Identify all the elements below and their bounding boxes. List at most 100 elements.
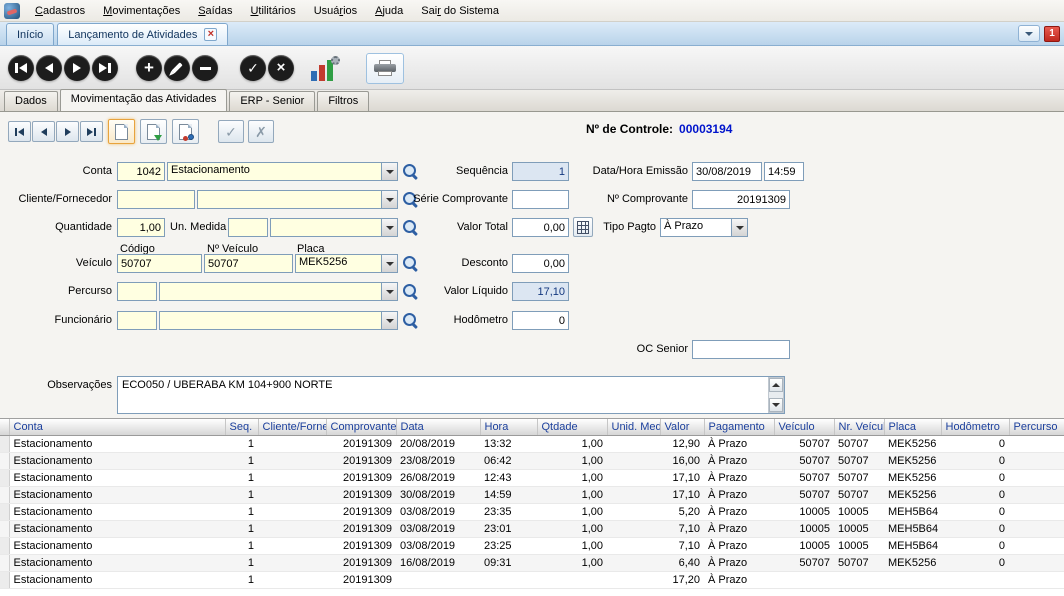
- subtab-erp-senior[interactable]: ERP - Senior: [229, 91, 315, 111]
- delete-button[interactable]: [192, 55, 218, 81]
- column-header-hodometro[interactable]: Hodômetro: [941, 419, 1009, 436]
- column-header-conta[interactable]: Conta: [9, 419, 225, 436]
- confirm-button[interactable]: ✓: [240, 55, 266, 81]
- table-row[interactable]: Estacionamento12019130903/08/201923:251,…: [0, 538, 1064, 555]
- scroll-up-button[interactable]: [769, 378, 783, 392]
- funcionario-label: Funcionário: [0, 311, 112, 330]
- tab-inicio[interactable]: Início: [6, 23, 54, 45]
- veiculo-codigo-input[interactable]: [117, 254, 202, 273]
- subtab-filtros[interactable]: Filtros: [317, 91, 369, 111]
- column-header-qtdade[interactable]: Qtdade: [537, 419, 607, 436]
- observacoes-input[interactable]: ECO050 / UBERABA KM 104+900 NORTE: [117, 376, 785, 414]
- column-header-unid-med[interactable]: Unid. Med.: [607, 419, 660, 436]
- funcionario-search-icon[interactable]: [402, 312, 419, 329]
- tipo-pagto-combo-arrow-button[interactable]: [731, 219, 747, 236]
- percurso-combo[interactable]: [159, 282, 398, 301]
- observacoes-scrollbar[interactable]: [768, 377, 784, 413]
- print-button[interactable]: [366, 53, 404, 84]
- conta-code-input[interactable]: [117, 162, 165, 181]
- oc-senior-input[interactable]: [692, 340, 790, 359]
- veiculo-placa-combo-arrow-button[interactable]: [381, 255, 397, 272]
- menu-saidas[interactable]: Saídas: [189, 2, 241, 20]
- tipo-pagto-combo[interactable]: À Prazo: [660, 218, 748, 237]
- cliente-combo[interactable]: [197, 190, 398, 209]
- veiculo-numero-input[interactable]: [204, 254, 293, 273]
- subtab-dados[interactable]: Dados: [4, 91, 58, 111]
- chart-button[interactable]: [308, 55, 340, 83]
- menu-usuarios[interactable]: Usuários: [305, 2, 366, 20]
- apply-button[interactable]: ✓: [218, 120, 244, 143]
- menu-utilitarios[interactable]: Utilitários: [241, 2, 304, 20]
- column-header-percurso[interactable]: Percurso: [1009, 419, 1064, 436]
- quantidade-input[interactable]: [117, 218, 165, 237]
- grid-next-button[interactable]: [56, 121, 79, 142]
- previous-record-button[interactable]: [36, 55, 62, 81]
- edit-button[interactable]: [164, 55, 190, 81]
- veiculo-search-icon[interactable]: [402, 255, 419, 272]
- table-row[interactable]: Estacionamento12019130917,20À Prazo: [0, 572, 1064, 589]
- menu-sair-do-sistema[interactable]: Sair do Sistema: [412, 2, 508, 20]
- first-record-button[interactable]: [8, 55, 34, 81]
- notification-badge[interactable]: 1: [1044, 26, 1060, 42]
- table-row[interactable]: Estacionamento12019130930/08/201914:591,…: [0, 487, 1064, 504]
- table-row[interactable]: Estacionamento12019130923/08/201906:421,…: [0, 453, 1064, 470]
- next-record-button[interactable]: [64, 55, 90, 81]
- column-header-data[interactable]: Data: [396, 419, 480, 436]
- column-header-pagamento[interactable]: Pagamento: [704, 419, 774, 436]
- data-emissao-input[interactable]: [692, 162, 762, 181]
- serie-comprovante-input[interactable]: [512, 190, 569, 209]
- cancel-button[interactable]: ×: [268, 55, 294, 81]
- cliente-combo-arrow-button[interactable]: [381, 191, 397, 208]
- table-row[interactable]: Estacionamento12019130926/08/201912:431,…: [0, 470, 1064, 487]
- grid-previous-button[interactable]: [32, 121, 55, 142]
- column-header-seq[interactable]: Seq.: [225, 419, 258, 436]
- copy-document-button[interactable]: [140, 119, 167, 144]
- discard-button[interactable]: ✗: [248, 120, 274, 143]
- un-medida-combo[interactable]: [270, 218, 398, 237]
- un-medida-search-icon[interactable]: [402, 219, 419, 236]
- percurso-code-input[interactable]: [117, 282, 157, 301]
- funcionario-combo[interactable]: [159, 311, 398, 330]
- percurso-combo-arrow-button[interactable]: [381, 283, 397, 300]
- column-header-veiculo[interactable]: Veículo: [774, 419, 834, 436]
- table-row[interactable]: Estacionamento12019130903/08/201923:011,…: [0, 521, 1064, 538]
- column-header-hora[interactable]: Hora: [480, 419, 537, 436]
- menu-cadastros[interactable]: Cadastros: [26, 2, 94, 20]
- column-header-nr-veiculo[interactable]: Nr. Veículo: [834, 419, 884, 436]
- funcionario-combo-arrow-button[interactable]: [381, 312, 397, 329]
- grid-last-button[interactable]: [80, 121, 103, 142]
- table-row[interactable]: Estacionamento12019130903/08/201923:351,…: [0, 504, 1064, 521]
- find-document-button[interactable]: [172, 119, 199, 144]
- valor-total-input[interactable]: [512, 218, 569, 237]
- table-row[interactable]: Estacionamento12019130916/08/201909:311,…: [0, 555, 1064, 572]
- conta-combo[interactable]: Estacionamento: [167, 162, 398, 181]
- last-record-button[interactable]: [92, 55, 118, 81]
- menu-movimentacoes[interactable]: Movimentações: [94, 2, 189, 20]
- menu-ajuda[interactable]: Ajuda: [366, 2, 412, 20]
- subtab-movimentacao-das-atividades[interactable]: Movimentação das Atividades: [60, 89, 228, 111]
- new-document-button[interactable]: [108, 119, 135, 144]
- calculator-button[interactable]: [573, 217, 593, 237]
- un-medida-code-input[interactable]: [228, 218, 268, 237]
- column-header-valor[interactable]: Valor: [660, 419, 704, 436]
- column-header-placa[interactable]: Placa: [884, 419, 941, 436]
- cliente-code-input[interactable]: [117, 190, 195, 209]
- scroll-down-button[interactable]: [769, 398, 783, 412]
- tab-close-button[interactable]: ×: [204, 28, 217, 41]
- percurso-search-icon[interactable]: [402, 283, 419, 300]
- veiculo-placa-combo[interactable]: MEK5256: [295, 254, 398, 273]
- tab-list-button[interactable]: [1018, 25, 1040, 42]
- hora-emissao-input[interactable]: [764, 162, 804, 181]
- funcionario-code-input[interactable]: [117, 311, 157, 330]
- conta-combo-arrow-button[interactable]: [381, 163, 397, 180]
- grid-first-button[interactable]: [8, 121, 31, 142]
- desconto-input[interactable]: [512, 254, 569, 273]
- column-header-comprovante[interactable]: Comprovante: [326, 419, 396, 436]
- column-header-cliente-fornecedor[interactable]: Cliente/Fornecedor: [258, 419, 326, 436]
- hodometro-input[interactable]: [512, 311, 569, 330]
- table-row[interactable]: Estacionamento12019130920/08/201913:321,…: [0, 436, 1064, 453]
- n-comprovante-input[interactable]: [692, 190, 790, 209]
- add-button[interactable]: +: [136, 55, 162, 81]
- tab-lancamento-de-atividades[interactable]: Lançamento de Atividades×: [57, 23, 228, 45]
- un-medida-combo-arrow-button[interactable]: [381, 219, 397, 236]
